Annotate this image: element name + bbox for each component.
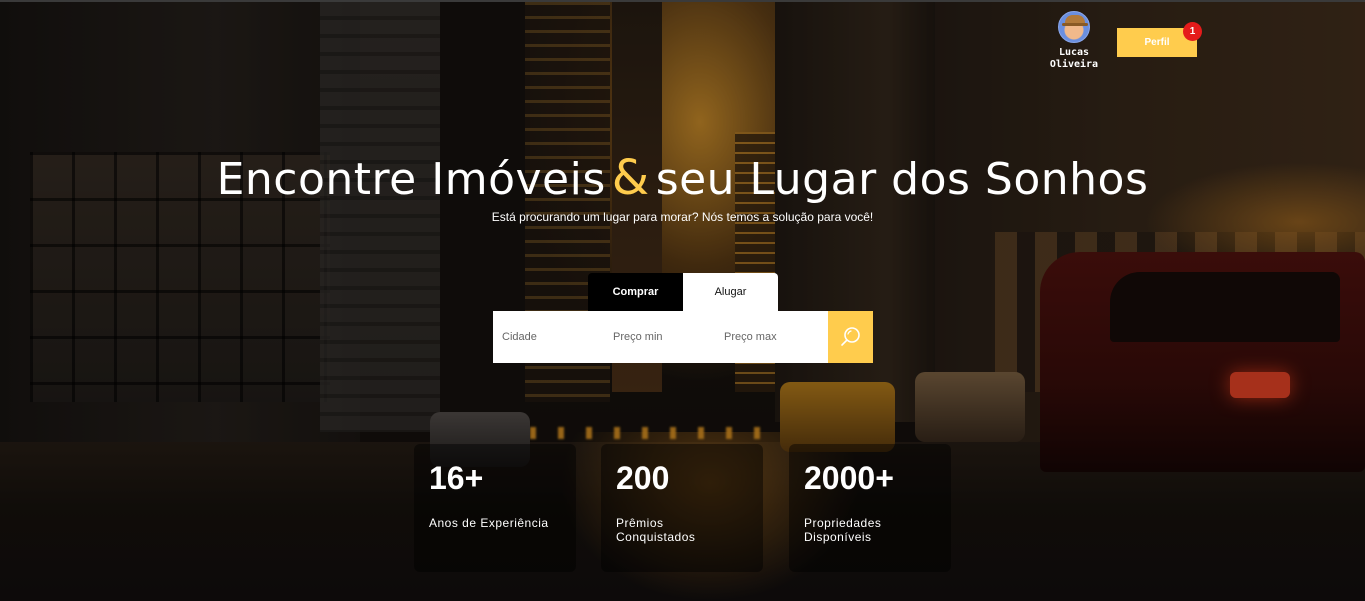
search-icon: [840, 327, 860, 346]
stat-card: 2000+ Propriedades Disponíveis: [789, 444, 951, 572]
price-max-input[interactable]: [715, 311, 826, 363]
stat-card: 200 Prêmios Conquistados: [601, 444, 763, 572]
search-bar: [493, 311, 873, 363]
title-ampersand: &: [611, 150, 650, 206]
stat-value: 2000+: [804, 460, 894, 496]
title-part1: Encontre Imóveis: [216, 154, 606, 205]
notification-badge[interactable]: 1: [1183, 22, 1202, 41]
page-title: Encontre Imóveis & seu Lugar dos Sonhos: [0, 150, 1365, 206]
tab-comprar[interactable]: Comprar: [588, 273, 683, 311]
stat-value: 200: [616, 460, 670, 496]
title-part2: seu Lugar dos Sonhos: [655, 154, 1149, 205]
search-button[interactable]: [828, 311, 873, 363]
page-subtitle: Está procurando um lugar para morar? Nós…: [491, 210, 874, 224]
stat-label: Propriedades Disponíveis: [804, 516, 882, 544]
user-profile[interactable]: Lucas Oliveira: [1044, 11, 1104, 71]
stat-label: Anos de Experiência: [429, 516, 549, 530]
price-min-input[interactable]: [604, 311, 715, 363]
tab-alugar[interactable]: Alugar: [683, 273, 778, 311]
stat-card: 16+ Anos de Experiência: [414, 444, 576, 572]
stat-value: 16+: [429, 460, 484, 496]
stat-label: Prêmios Conquistados: [616, 516, 696, 544]
avatar[interactable]: [1058, 11, 1090, 43]
city-input[interactable]: [493, 311, 604, 363]
user-name: Lucas Oliveira: [1049, 47, 1099, 70]
search-tabs: Comprar Alugar: [588, 273, 778, 311]
hat-brim: [1062, 23, 1088, 26]
